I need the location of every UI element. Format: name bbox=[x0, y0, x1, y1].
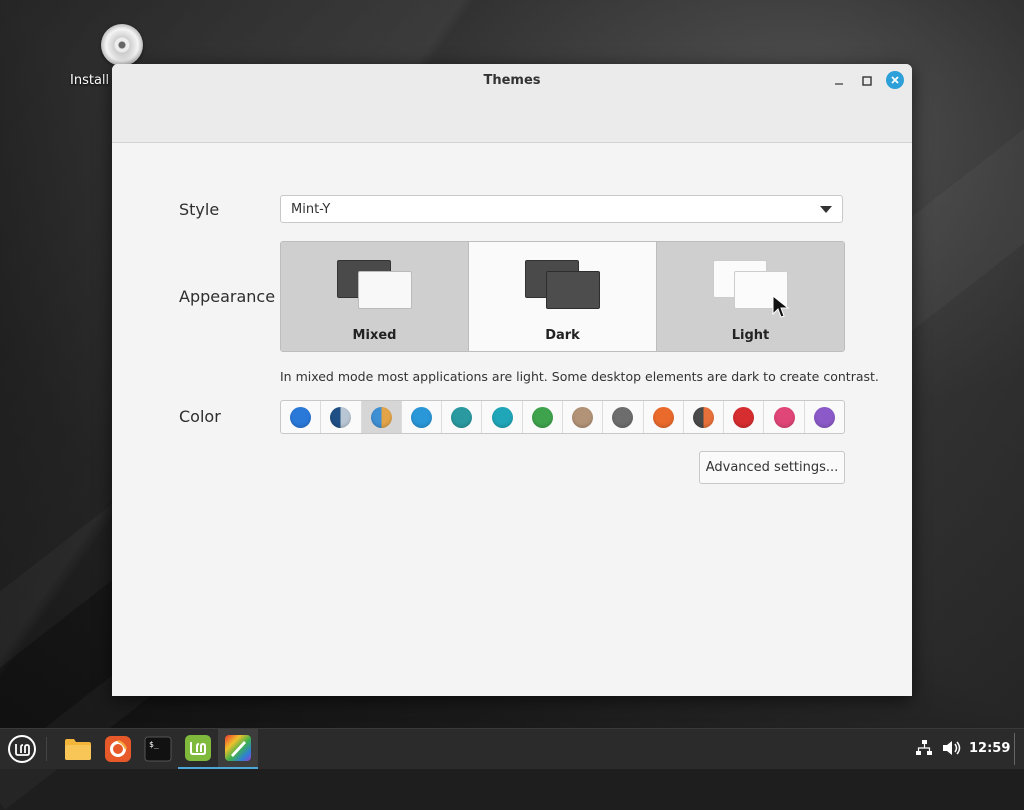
taskbar-separator bbox=[46, 737, 47, 761]
color-swatch bbox=[451, 406, 473, 428]
mint-menu-icon bbox=[8, 735, 36, 763]
color-swatch bbox=[813, 406, 835, 428]
color-swatch bbox=[330, 406, 352, 428]
minimize-button[interactable] bbox=[830, 72, 848, 90]
appearance-label: Appearance bbox=[179, 287, 276, 306]
color-swatch bbox=[692, 406, 714, 428]
color-selector bbox=[280, 400, 845, 434]
install-desktop-icon[interactable]: Install bbox=[66, 24, 176, 88]
close-icon bbox=[891, 76, 899, 84]
advanced-settings-button[interactable]: Advanced settings... bbox=[699, 451, 845, 484]
disc-icon bbox=[101, 24, 143, 66]
appearance-option-light[interactable]: Light bbox=[657, 242, 844, 351]
color-swatch bbox=[612, 406, 634, 428]
style-dropdown[interactable]: Mint-Y bbox=[280, 195, 843, 223]
color-swatch-button[interactable] bbox=[402, 401, 443, 433]
clock[interactable]: 12:59 bbox=[969, 741, 1010, 756]
maximize-button[interactable] bbox=[858, 72, 876, 90]
color-swatch-button[interactable] bbox=[361, 401, 402, 433]
network-icon[interactable] bbox=[915, 739, 933, 757]
color-swatch-button[interactable] bbox=[321, 401, 362, 433]
close-button[interactable] bbox=[886, 71, 904, 89]
style-dropdown-value: Mint-Y bbox=[291, 201, 331, 217]
themes-brush-icon bbox=[225, 735, 251, 761]
color-swatch-button[interactable] bbox=[764, 401, 805, 433]
mouse-pointer-icon bbox=[772, 295, 790, 318]
appearance-option-label: Light bbox=[731, 328, 770, 343]
mint-software-icon bbox=[185, 735, 211, 761]
mixed-theme-preview-icon bbox=[336, 260, 412, 309]
dark-theme-preview-icon bbox=[524, 260, 600, 309]
appearance-option-dark[interactable]: Dark bbox=[469, 242, 657, 351]
color-swatch-button[interactable] bbox=[603, 401, 644, 433]
maximize-icon bbox=[862, 76, 872, 86]
color-swatch bbox=[773, 406, 795, 428]
taskbar-themes[interactable] bbox=[218, 729, 258, 769]
show-desktop-button[interactable] bbox=[1014, 733, 1018, 765]
taskbar-mintinstall[interactable] bbox=[178, 729, 218, 769]
color-swatch-button[interactable] bbox=[684, 401, 725, 433]
color-swatch-button[interactable] bbox=[805, 401, 844, 433]
color-swatch bbox=[733, 406, 755, 428]
color-swatch-button[interactable] bbox=[523, 401, 563, 433]
appearance-option-mixed[interactable]: Mixed bbox=[281, 242, 469, 351]
color-swatch bbox=[370, 406, 392, 428]
appearance-description: In mixed mode most applications are ligh… bbox=[280, 369, 879, 384]
color-swatch bbox=[290, 406, 312, 428]
taskbar-terminal[interactable]: $_ bbox=[138, 729, 178, 769]
appearance-selector: Mixed Dark Light bbox=[280, 241, 845, 352]
taskbar-firefox[interactable] bbox=[98, 729, 138, 769]
color-swatch bbox=[572, 406, 594, 428]
color-swatch bbox=[531, 406, 553, 428]
svg-text:$_: $_ bbox=[149, 740, 159, 749]
style-label: Style bbox=[179, 200, 220, 219]
firefox-icon bbox=[105, 736, 131, 762]
color-swatch-button[interactable] bbox=[724, 401, 765, 433]
color-swatch bbox=[652, 406, 674, 428]
terminal-icon: $_ bbox=[144, 736, 172, 762]
color-swatch-button[interactable] bbox=[563, 401, 604, 433]
minimize-icon bbox=[835, 83, 843, 85]
desktop-icon-label: Install bbox=[70, 73, 110, 88]
taskbar-files[interactable] bbox=[58, 729, 98, 769]
appearance-option-label: Dark bbox=[545, 328, 580, 343]
chevron-down-icon bbox=[820, 206, 832, 213]
color-swatch bbox=[410, 406, 432, 428]
volume-icon[interactable] bbox=[942, 739, 962, 757]
color-swatch-button[interactable] bbox=[442, 401, 483, 433]
start-menu-button[interactable] bbox=[2, 729, 42, 769]
color-swatch-button[interactable] bbox=[281, 401, 322, 433]
folder-icon bbox=[65, 739, 91, 760]
themes-window: Themes Style Mint-Y Appearance Mixed Dar… bbox=[112, 64, 912, 696]
taskbar: $_ 12:59 bbox=[0, 728, 1024, 769]
color-swatch-button[interactable] bbox=[644, 401, 684, 433]
window-titlebar[interactable]: Themes bbox=[112, 64, 912, 143]
appearance-option-label: Mixed bbox=[352, 328, 397, 343]
color-label: Color bbox=[179, 407, 221, 426]
color-swatch bbox=[491, 406, 513, 428]
color-swatch-button[interactable] bbox=[482, 401, 523, 433]
window-title: Themes bbox=[483, 73, 541, 88]
